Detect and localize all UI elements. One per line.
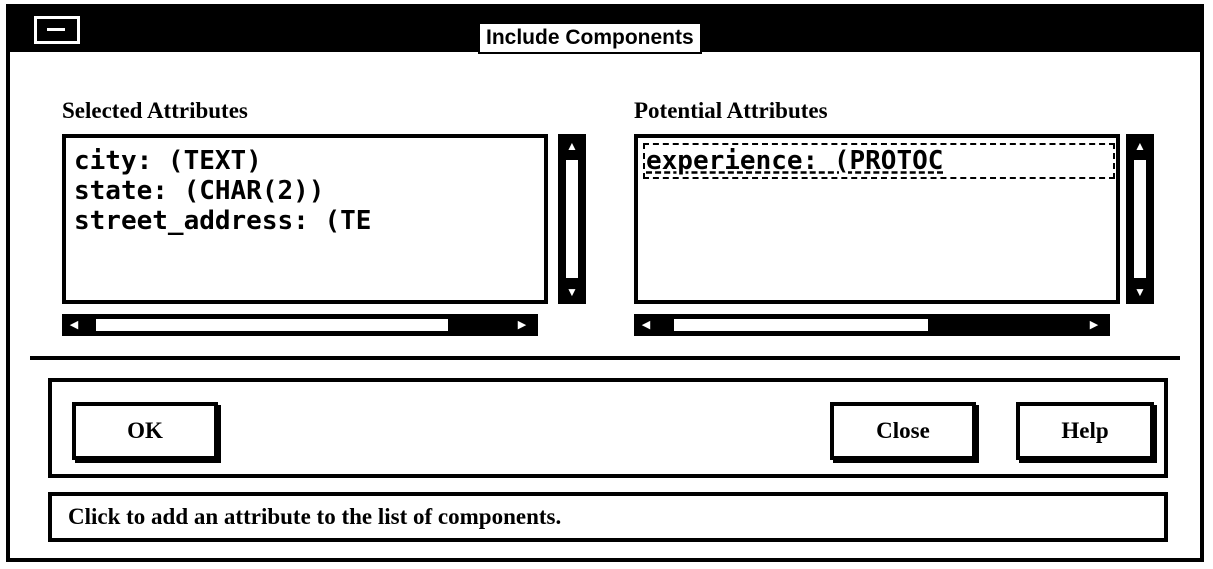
ok-button[interactable]: OK: [72, 402, 218, 460]
selected-horizontal-scrollbar[interactable]: ◀ ▶: [62, 314, 538, 336]
window-menu-icon[interactable]: [34, 16, 80, 44]
list-item[interactable]: street_address: (TE: [74, 206, 540, 236]
title-bar[interactable]: Include Components: [10, 8, 1200, 54]
arrow-right-icon[interactable]: ▶: [1084, 314, 1104, 336]
potential-attributes-list[interactable]: experience: (PROTOC: [634, 134, 1120, 304]
selected-attributes-label: Selected Attributes: [62, 98, 248, 123]
separator: [30, 356, 1180, 360]
selected-attributes-list[interactable]: city: (TEXT) state: (CHAR(2)) street_add…: [62, 134, 548, 304]
list-item[interactable]: city: (TEXT): [74, 146, 540, 176]
list-item[interactable]: experience: (PROTOC: [643, 143, 1115, 179]
potential-horizontal-scrollbar[interactable]: ◀ ▶: [634, 314, 1110, 336]
arrow-left-icon[interactable]: ◀: [636, 314, 656, 336]
include-components-dialog: Include Components Selected Attributes c…: [6, 4, 1204, 562]
arrow-up-icon[interactable]: ▲: [558, 136, 586, 156]
potential-vertical-scrollbar[interactable]: ▲ ▼: [1126, 134, 1154, 304]
arrow-right-icon[interactable]: ▶: [512, 314, 532, 336]
status-message: Click to add an attribute to the list of…: [48, 492, 1168, 542]
selected-vertical-scrollbar[interactable]: ▲ ▼: [558, 134, 586, 304]
scroll-trough[interactable]: [1132, 158, 1148, 280]
dialog-title: Include Components: [478, 22, 702, 54]
scroll-thumb[interactable]: [674, 319, 928, 331]
button-area: OK Close Help: [48, 378, 1168, 478]
scroll-trough[interactable]: [564, 158, 580, 280]
potential-attributes-label: Potential Attributes: [634, 98, 828, 123]
close-button[interactable]: Close: [830, 402, 976, 460]
arrow-down-icon[interactable]: ▼: [1126, 282, 1154, 302]
arrow-up-icon[interactable]: ▲: [1126, 136, 1154, 156]
help-button[interactable]: Help: [1016, 402, 1154, 460]
scroll-thumb[interactable]: [96, 319, 448, 331]
list-item[interactable]: state: (CHAR(2)): [74, 176, 540, 206]
arrow-left-icon[interactable]: ◀: [64, 314, 84, 336]
arrow-down-icon[interactable]: ▼: [558, 282, 586, 302]
